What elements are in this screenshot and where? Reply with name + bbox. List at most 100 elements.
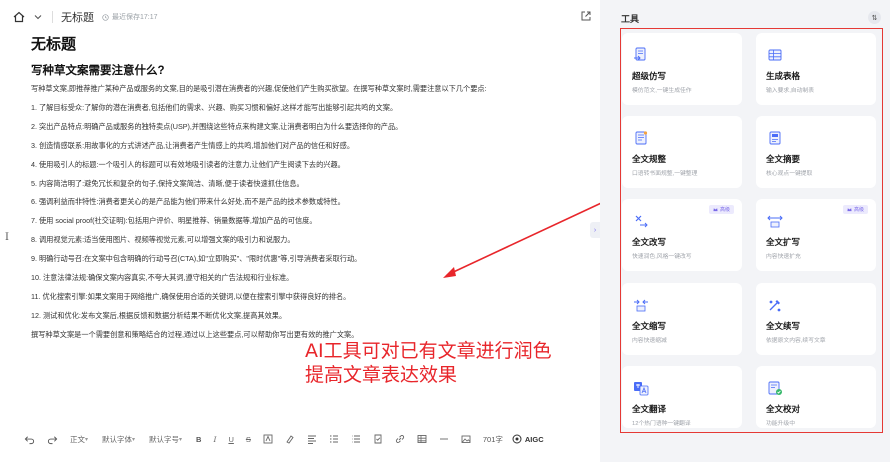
strikethrough-icon[interactable]: S bbox=[246, 432, 251, 446]
list-item: 5. 内容简洁明了:避免冗长和复杂的句子,保持文案简洁、清晰,便于读者快速抓住信… bbox=[31, 178, 304, 188]
tool-card-name: 生成表格 bbox=[766, 71, 801, 81]
annotation-text: AI工具可对已有文章进行润色 提高文章表达效果 bbox=[305, 339, 552, 387]
summary-icon bbox=[766, 129, 784, 147]
bold-icon[interactable]: B bbox=[196, 432, 201, 446]
rewrite-icon bbox=[632, 212, 650, 230]
tool-card-desc: 核心观点一键提取 bbox=[766, 171, 813, 177]
tidy-icon bbox=[632, 129, 650, 147]
list-item: 4. 使用吸引人的标题:一个吸引人的标题可以有效地吸引读者的注意力,让他们产生阅… bbox=[31, 159, 345, 169]
doc-title[interactable]: 无标题 bbox=[61, 9, 94, 25]
premium-badge: 高级 bbox=[842, 205, 868, 214]
text-cursor-icon: I bbox=[5, 232, 9, 243]
shrink-icon bbox=[632, 296, 650, 314]
premium-badge: 高级 bbox=[708, 205, 734, 214]
proofread-icon bbox=[766, 379, 784, 397]
tool-card-desc: 内容快速缩减 bbox=[632, 338, 667, 344]
editor-pane: 无标题 最近保存17:17 无标题 写种草文案需要注意什么? 写种草文案,即推荐… bbox=[0, 0, 600, 462]
list-item: 3. 创造情感联系:用故事化的方式讲述产品,让消费者产生情感上的共鸣,增加他们对… bbox=[31, 140, 355, 150]
tool-card-name: 全文校对 bbox=[766, 404, 801, 414]
more-icon[interactable] bbox=[439, 432, 449, 446]
tool-card-desc: 口语转书面规整,一键整理 bbox=[632, 171, 698, 177]
aigc-label: AIGC bbox=[524, 434, 544, 444]
collapse-panel-icon[interactable]: › bbox=[590, 222, 600, 238]
list-item: 10. 注意法律法规:确保文案内容真实,不夸大其词,遵守相关的广告法规和行业标准… bbox=[31, 273, 294, 283]
translate-icon bbox=[632, 379, 650, 397]
crown-icon bbox=[713, 208, 718, 212]
tool-card-name: 超级仿写 bbox=[632, 71, 667, 81]
underline-icon[interactable]: U bbox=[228, 432, 233, 446]
tool-card-translate[interactable]: 全文翻译 12个热门语种一键翻译 bbox=[622, 366, 742, 428]
aigc-icon bbox=[512, 434, 522, 444]
tool-card-name: 全文摘要 bbox=[766, 154, 801, 164]
crown-icon bbox=[847, 208, 852, 212]
align-icon[interactable] bbox=[307, 432, 317, 446]
redo-icon[interactable] bbox=[47, 432, 58, 446]
list-item: 6. 强调利益而非特性:消费者更关心的是产品能为他们带来什么好处,而不是产品的技… bbox=[31, 197, 345, 207]
paragraph-style-select[interactable]: 正文 bbox=[70, 432, 88, 446]
text-color-icon[interactable] bbox=[263, 432, 273, 446]
tool-card-name: 全文改写 bbox=[632, 237, 667, 247]
bullet-list-icon[interactable] bbox=[351, 432, 361, 446]
tool-card-expand[interactable]: 高级 全文扩写 内容快速扩充 bbox=[756, 199, 876, 271]
annotation-line-1: AI工具可对已有文章进行润色 bbox=[305, 340, 552, 362]
tool-card-super-rewrite[interactable]: 超级仿写 模仿范文,一键生成佳作 bbox=[622, 33, 742, 105]
format-toolbar: 正文 默认字体 默认字号 B I U S bbox=[24, 431, 556, 447]
highlight-icon[interactable] bbox=[285, 432, 295, 446]
editor-topbar: 无标题 最近保存17:17 bbox=[12, 7, 592, 27]
list-item: 11. 优化搜索引擎:如果文案用于网络推广,确保使用合适的关键词,以便在搜索引擎… bbox=[31, 291, 351, 301]
undo-icon[interactable] bbox=[24, 432, 35, 446]
tool-card-generate-table[interactable]: 生成表格 输入要求,自动制表 bbox=[756, 33, 876, 105]
font-family-select[interactable]: 默认字体 bbox=[102, 432, 135, 446]
save-status: 最近保存17:17 bbox=[102, 12, 158, 22]
tool-card-desc: 12个热门语种一键翻译 bbox=[632, 421, 691, 427]
tool-card-name: 全文扩写 bbox=[766, 237, 801, 247]
home-icon[interactable] bbox=[12, 10, 26, 24]
tool-card-desc: 快速润色,风格一键改写 bbox=[632, 254, 692, 260]
tool-card-name: 全文翻译 bbox=[632, 404, 667, 414]
checklist-icon[interactable] bbox=[373, 432, 383, 446]
tool-card-desc: 输入要求,自动制表 bbox=[766, 88, 814, 94]
clock-icon bbox=[102, 13, 109, 21]
tool-card-name: 全文规整 bbox=[632, 154, 667, 164]
continue-icon bbox=[766, 296, 784, 314]
tool-card-desc: 模仿范文,一键生成佳作 bbox=[632, 88, 692, 94]
document-subheading: 写种草文案需要注意什么? bbox=[31, 65, 165, 77]
expand-icon bbox=[766, 212, 784, 230]
sort-icon[interactable]: ⇅ bbox=[868, 11, 881, 24]
tool-card-desc: 依据原文内容,续写文章 bbox=[766, 338, 826, 344]
word-count: 701字 bbox=[482, 434, 503, 444]
list-item: 7. 使用 social proof(社交证明):包括用户评价、明星推荐、销量数… bbox=[31, 216, 317, 226]
tool-card-name: 全文续写 bbox=[766, 321, 801, 331]
link-icon[interactable] bbox=[395, 432, 405, 446]
tool-card-rewrite[interactable]: 高级 全文改写 快速润色,风格一键改写 bbox=[622, 199, 742, 271]
tool-card-name: 全文缩写 bbox=[632, 321, 667, 331]
list-item: 12. 测试和优化:发布文案后,根据反馈和数据分析结果不断优化文案,提高其效果。 bbox=[31, 310, 287, 320]
tool-card-continue[interactable]: 全文续写 依据原文内容,续写文章 bbox=[756, 283, 876, 355]
tool-card-desc: 功能升级中 bbox=[766, 421, 795, 427]
document-heading: 无标题 bbox=[31, 36, 77, 53]
tool-card-summary[interactable]: 全文摘要 核心观点一键提取 bbox=[756, 116, 876, 188]
tool-card-proofread[interactable]: 全文校对 功能升级中 bbox=[756, 366, 876, 428]
super-rewrite-icon bbox=[632, 46, 650, 64]
table-insert-icon[interactable] bbox=[417, 432, 427, 446]
font-size-select[interactable]: 默认字号 bbox=[149, 432, 182, 446]
list-item: 9. 明确行动号召:在文案中包含明确的行动号召(CTA),如"立即购买"、"限时… bbox=[31, 254, 362, 264]
annotation-line-2: 提高文章表达效果 bbox=[305, 364, 458, 386]
list-item: 8. 调用视觉元素:适当使用图片、视频等视觉元素,可以增强文案的吸引力和说服力。 bbox=[31, 235, 295, 245]
chevron-down-icon[interactable] bbox=[32, 11, 44, 23]
italic-icon[interactable]: I bbox=[213, 432, 216, 446]
document-body[interactable]: 无标题 写种草文案需要注意什么? 写种草文案,即推荐推广某种产品或服务的文案,目… bbox=[31, 30, 591, 345]
ordered-list-icon[interactable] bbox=[329, 432, 339, 446]
paragraph-intro: 写种草文案,即推荐推广某种产品或服务的文案,目的是吸引潜在消费者的兴趣,促使他们… bbox=[31, 84, 487, 93]
tool-card-shrink[interactable]: 全文缩写 内容快速缩减 bbox=[622, 283, 742, 355]
list-item: 2. 突出产品特点:明确产品或服务的独特卖点(USP),并围绕这些特点来构建文案… bbox=[31, 121, 403, 131]
save-status-text: 最近保存17:17 bbox=[112, 14, 158, 21]
aigc-button[interactable]: AIGC bbox=[512, 432, 544, 446]
image-icon[interactable] bbox=[461, 432, 471, 446]
panel-title: 工具 bbox=[621, 14, 640, 24]
premium-badge-label: 高级 bbox=[853, 207, 864, 213]
tool-card-tidy[interactable]: 全文规整 口语转书面规整,一键整理 bbox=[622, 116, 742, 188]
export-icon[interactable] bbox=[580, 10, 592, 22]
tool-card-desc: 内容快速扩充 bbox=[766, 254, 801, 260]
list-item: 1. 了解目标受众:了解你的潜在消费者,包括他们的需求、兴趣、购买习惯和偏好,这… bbox=[31, 102, 398, 112]
